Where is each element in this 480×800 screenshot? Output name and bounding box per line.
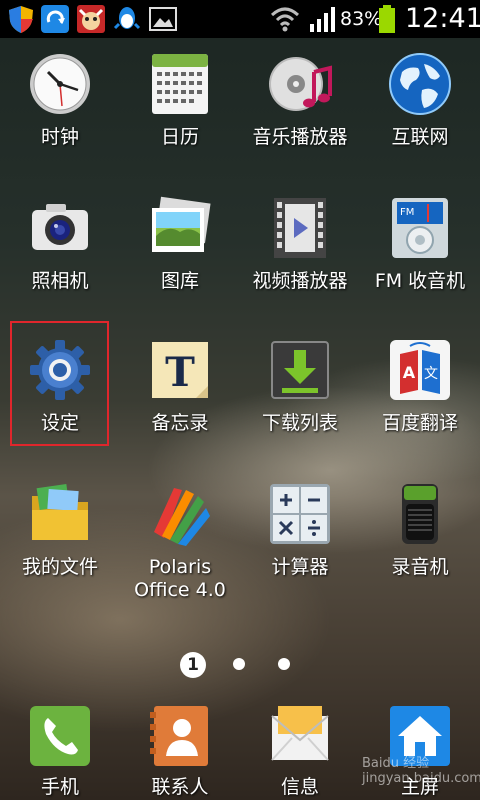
svg-text:A: A [403, 363, 416, 382]
polaris-office-icon [154, 488, 210, 546]
gallery-icon [152, 196, 211, 252]
memo-icon: T [152, 342, 208, 398]
globe-icon [389, 53, 451, 115]
messages-icon [271, 706, 329, 761]
page-indicator-dot[interactable] [233, 658, 245, 670]
app-label: 视频播放器 [252, 270, 348, 292]
app-label: 图库 [160, 270, 199, 292]
baidu-translate-icon: A 文 [390, 340, 450, 400]
app-label: 联系人 [151, 776, 209, 798]
app-label: 下载列表 [261, 412, 338, 434]
voice-recorder-icon [402, 484, 438, 544]
phone-icon [30, 706, 90, 766]
app-label: 音乐播放器 [252, 126, 348, 148]
app-label: 手机 [40, 776, 79, 798]
selection-highlight [10, 321, 109, 446]
app-label: 录音机 [391, 556, 449, 578]
app-label: Polaris Office 4.0 [134, 556, 226, 601]
video-player-icon [274, 198, 326, 258]
contacts-icon [150, 706, 208, 766]
status-clock: 12:41 [405, 3, 480, 34]
page-indicator-dot[interactable] [278, 658, 290, 670]
app-label: 百度翻译 [381, 412, 458, 434]
app-label: 信息 [280, 776, 319, 798]
svg-text:T: T [165, 349, 195, 396]
app-label: 时钟 [40, 126, 79, 148]
download-icon [271, 341, 329, 399]
app-label: 日历 [160, 126, 199, 148]
calendar-icon [152, 54, 208, 114]
clock-icon [30, 54, 90, 114]
qq-icon [113, 7, 141, 30]
battery-percent: 83% [340, 8, 383, 30]
camera-icon [32, 204, 88, 250]
signal-icon [310, 7, 335, 32]
cow-app-icon [77, 5, 105, 33]
app-label: 备忘录 [151, 412, 209, 434]
fm-radio-icon: FM [392, 198, 448, 258]
page-indicator-current[interactable]: 1 [180, 652, 206, 678]
sync-app-icon [41, 5, 69, 33]
app-label: 照相机 [31, 270, 89, 292]
svg-text:文: 文 [424, 366, 438, 382]
gallery-notification-icon [149, 7, 177, 31]
watermark: Baidu 经验 jingyan.baidu.com [362, 756, 480, 786]
app-label: 计算器 [271, 556, 329, 578]
wifi-icon [270, 7, 300, 32]
app-label: FM 收音机 [374, 270, 466, 292]
shield-icon [9, 6, 33, 33]
app-label: 互联网 [391, 126, 449, 148]
app-label: 我的文件 [21, 556, 98, 578]
battery-icon [379, 5, 395, 33]
music-player-icon [269, 57, 332, 111]
svg-text:FM: FM [400, 207, 414, 218]
folder-icon [32, 484, 88, 540]
calculator-icon [270, 484, 330, 544]
status-bar[interactable]: 83% 12:41 [0, 0, 480, 38]
